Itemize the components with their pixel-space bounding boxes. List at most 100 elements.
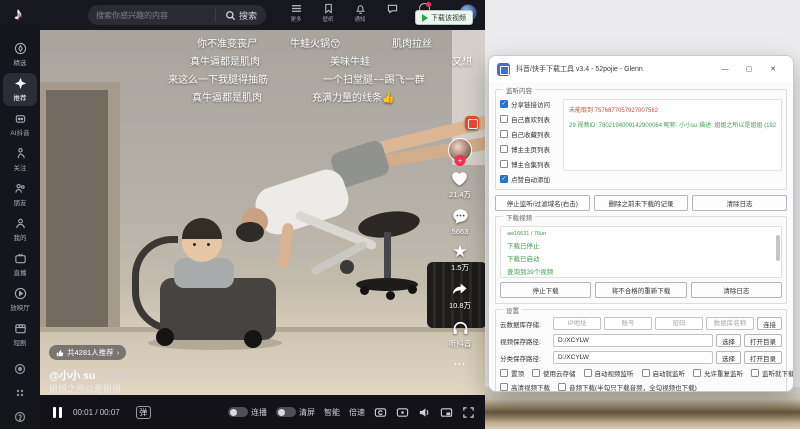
volume-icon[interactable] [418,406,431,419]
sidebar-item-mine[interactable]: 我的 [3,213,37,246]
search-button[interactable]: 搜索 [215,8,266,22]
recommend-badge[interactable]: 共4281人推荐 › [49,345,126,360]
record-icon[interactable] [14,363,26,375]
db-ip-input[interactable] [553,317,601,330]
checkbox-author-home[interactable]: 博主主页列表 [500,144,558,154]
sidebar-item-ai-douyin[interactable]: AI抖音 [3,108,37,141]
action-rail: + 21.4万 5663 ★ 1.5万 10.8万 [440,138,480,372]
danmaku-toggle-button[interactable]: 弹 [136,406,151,419]
sidebar-item-short-drama[interactable]: 短剧 [3,318,37,351]
more-actions-button[interactable]: ⋯ [453,356,467,372]
checkbox-download-on-listen[interactable]: 监听就下载 [751,368,794,378]
favorite-button[interactable]: ★ 1.5万 [451,243,469,273]
like-button[interactable]: 21.4万 [449,169,471,200]
checkbox-like-autoadd[interactable]: 点赞自动添加 [500,174,558,184]
video-path-select-button[interactable]: 选择 [716,334,741,347]
pip-icon[interactable] [440,406,453,419]
activity-badge-icon[interactable] [465,116,479,130]
class-path-input[interactable] [553,351,713,364]
search-input[interactable] [88,5,215,25]
checkbox-label: 博主合集列表 [511,159,550,169]
scene-person-hair [236,222,264,242]
scrollbar-thumb[interactable] [776,235,780,261]
search-bar[interactable]: 搜索 [88,5,266,25]
wallpaper-icon [323,3,334,14]
follow-button[interactable]: + [455,155,466,166]
mini-window-icon[interactable] [396,406,409,419]
scene-wheel [360,286,369,295]
db-connect-button[interactable]: 连接 [757,317,782,330]
help-icon[interactable] [14,411,26,423]
download-log-line: aw16631 / 76un [507,231,775,237]
smart-mode-button[interactable]: 智能 [324,407,340,418]
sidebar-item-featured[interactable]: 精选 [3,38,37,71]
checkbox-always-on-top[interactable]: 置顶 [500,368,524,378]
subtitle-icon[interactable] [374,406,387,419]
window-titlebar[interactable]: 抖音/快手下载工具 v3.4 - 52pojie - Glenn — ▢ ✕ [489,56,793,82]
sidebar-item-label: 短剧 [14,337,27,347]
search-button-label: 搜索 [239,9,257,22]
apps-grid-icon[interactable] [14,387,26,399]
listen-log-panel[interactable]: 未能取到 7576877057927007562 29 视频ID: 780219… [563,99,782,171]
clear-listen-log-button[interactable]: 清除日志 [692,195,787,211]
checkbox-my-likes[interactable]: 自己喜欢列表 [500,114,558,124]
sidebar-item-live[interactable]: 直播 [3,248,37,281]
clear-screen-toggle[interactable]: 清屏 [276,407,315,418]
share-button[interactable]: 10.8万 [449,280,471,311]
checkbox-allow-duplicate[interactable]: 允许重复监听 [693,368,743,378]
comment-button[interactable]: 5663 [451,207,470,236]
video-caption: 姐姐之所以是姐姐 [49,382,121,395]
maximize-button[interactable]: ▢ [737,60,761,78]
clear-screen-label: 清屏 [299,407,315,418]
video-frame[interactable]: 你不准变丧尸 牛蛙火锅😙 肌肉拉丝 真牛逼都是肌肉 美味牛蛙 又想 来这么一下我… [40,30,485,395]
checkbox-hd-download[interactable]: 高清视频下载 [500,382,550,392]
class-path-open-button[interactable]: 打开目录 [744,351,782,364]
download-log-panel[interactable]: aw16631 / 76un 下载已停止 下载已启动 查询到39个视频 [500,226,782,278]
checkbox-audio-download[interactable]: 音频下载(半勾只下载音频，全勾视频也下载) [558,382,697,392]
checkbox-my-favorites[interactable]: 自己收藏列表 [500,129,558,139]
video-path-input[interactable] [553,334,713,347]
clear-download-log-button[interactable]: 清除日志 [691,282,782,298]
db-password-input[interactable] [655,317,703,330]
nav-messages[interactable] [381,3,403,23]
download-this-video-button[interactable]: 下载该视频 [415,10,473,25]
cloud-db-label: 云数据库存储: [500,319,550,329]
listen-douyin-button[interactable]: 听抖音 [449,318,472,349]
close-button[interactable]: ✕ [761,60,785,78]
video-path-open-button[interactable]: 打开目录 [744,334,782,347]
nav-wallpaper[interactable]: 壁纸 [317,3,339,23]
sidebar-item-recommend[interactable]: 推荐 [3,73,37,106]
fullscreen-icon[interactable] [462,406,475,419]
playback-speed-button[interactable]: 倍速 [349,407,365,418]
live-tv-icon [14,252,27,265]
stop-download-button[interactable]: 停止下载 [500,282,591,298]
sparkle-icon [14,77,27,90]
sidebar-item-theater[interactable]: 放映厅 [3,283,37,316]
screen: ♪ 搜索 更多 壁纸 通知 [0,0,800,429]
db-name-input[interactable] [706,317,754,330]
stop-listen-button[interactable]: 停止监听/过滤域名(右击) [495,195,590,211]
sidebar-item-following[interactable]: 关注 [3,143,37,176]
checkbox-share-link[interactable]: 分享链接访问 [500,99,558,109]
db-account-input[interactable] [604,317,652,330]
person-walk-icon [14,147,27,160]
nav-more[interactable]: 更多 [285,3,307,23]
douyin-logo-icon[interactable]: ♪ [14,4,23,24]
notification-dot [426,2,431,7]
nav-notification[interactable]: 通知 [349,3,371,23]
minimize-button[interactable]: — [713,60,737,78]
checkbox-listen-on-start[interactable]: 启动就监听 [642,368,686,378]
author-avatar[interactable]: + [448,138,472,162]
author-name[interactable]: @小小 su [49,370,95,382]
checkbox-use-cloud[interactable]: 使用云存储 [532,368,576,378]
class-path-select-button[interactable]: 选择 [716,351,741,364]
delete-undownloaded-button[interactable]: 删除之前未下载的记录 [594,195,689,211]
sidebar-item-friends[interactable]: 朋友 [3,178,37,211]
checkbox-label: 启动就监听 [653,368,686,378]
autoplay-toggle[interactable]: 连播 [228,407,267,418]
checkbox-auto-video-listen[interactable]: 自动视频监听 [584,368,634,378]
checkbox-icon [500,115,508,123]
pause-button[interactable] [53,407,62,418]
redownload-failed-button[interactable]: 将不合格的重新下载 [595,282,686,298]
checkbox-author-collection[interactable]: 博主合集列表 [500,159,558,169]
